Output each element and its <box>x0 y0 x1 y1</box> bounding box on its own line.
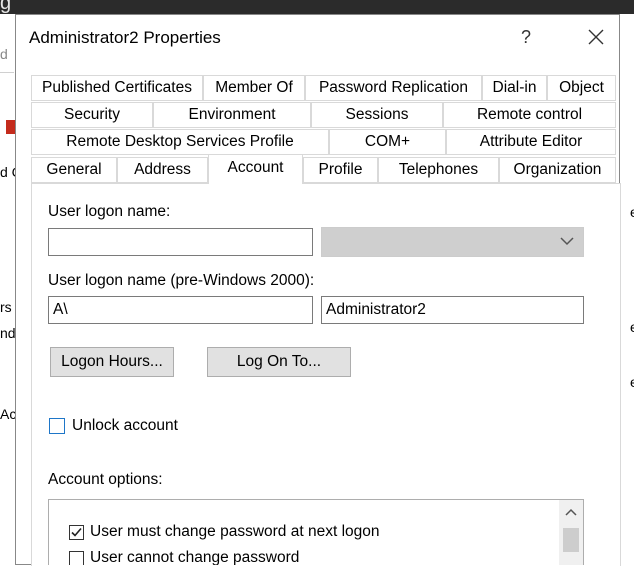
tab-remote-desktop-services-profile[interactable]: Remote Desktop Services Profile <box>31 129 329 155</box>
background-fragment: nd <box>0 325 16 341</box>
options-scrollbar[interactable] <box>559 500 583 565</box>
tab-security[interactable]: Security <box>31 102 153 128</box>
tab-general[interactable]: General <box>31 157 117 183</box>
logon-hours-button[interactable]: Logon Hours... <box>50 347 174 377</box>
background-titlebar: g <box>0 0 634 14</box>
background-left-edge <box>0 14 14 563</box>
pre-windows-2000-label: User logon name (pre-Windows 2000): <box>48 272 315 289</box>
tab-account[interactable]: Account <box>208 154 303 184</box>
tab-attribute-editor[interactable]: Attribute Editor <box>446 129 616 155</box>
close-icon <box>588 29 604 45</box>
tab-address[interactable]: Address <box>117 157 208 183</box>
background-fragment: e <box>630 204 634 220</box>
tab-published-certificates[interactable]: Published Certificates <box>31 75 203 101</box>
user-logon-name-label: User logon name: <box>48 203 171 220</box>
list-item: User must change password at next logon <box>90 523 380 540</box>
background-fragment: rs <box>0 299 12 315</box>
tab-com-plus[interactable]: COM+ <box>329 129 446 155</box>
must-change-password-checkbox[interactable] <box>69 525 84 540</box>
tab-object[interactable]: Object <box>547 75 616 101</box>
pre-windows-2000-username-input[interactable]: Administrator2 <box>321 296 584 324</box>
tab-organization[interactable]: Organization <box>499 157 616 183</box>
tab-sessions[interactable]: Sessions <box>311 102 443 128</box>
background-divider <box>0 72 14 73</box>
tab-telephones[interactable]: Telephones <box>378 157 499 183</box>
background-title-fragment: g <box>0 0 12 14</box>
checkmark-icon <box>71 527 82 537</box>
tab-profile[interactable]: Profile <box>303 157 378 183</box>
tab-password-replication[interactable]: Password Replication <box>305 75 482 101</box>
tab-remote-control[interactable]: Remote control <box>443 102 616 128</box>
properties-dialog: Administrator2 Properties ? Published Ce… <box>15 14 621 566</box>
background-fragment: e <box>630 374 634 390</box>
scrollbar-thumb[interactable] <box>563 528 579 552</box>
chevron-down-icon <box>560 237 574 246</box>
unlock-account-label: Unlock account <box>72 417 178 434</box>
pre-windows-2000-domain-field: A\ <box>48 296 313 324</box>
background-fragment: d <box>0 46 8 62</box>
background-fragment: e <box>630 319 634 335</box>
help-button[interactable]: ? <box>511 23 541 51</box>
background-fragment: Ac <box>0 406 17 422</box>
chevron-up-icon[interactable] <box>564 506 578 518</box>
dialog-title: Administrator2 Properties <box>29 28 221 47</box>
tab-member-of[interactable]: Member Of <box>203 75 305 101</box>
user-logon-name-input[interactable] <box>48 228 313 256</box>
account-options-label: Account options: <box>48 471 163 488</box>
close-button[interactable] <box>579 23 613 51</box>
account-options-list[interactable]: User must change password at next logon … <box>48 499 584 565</box>
tab-environment[interactable]: Environment <box>153 102 311 128</box>
upn-suffix-dropdown[interactable] <box>321 227 584 257</box>
unlock-account-checkbox[interactable] <box>49 418 65 434</box>
log-on-to-button[interactable]: Log On To... <box>207 347 351 377</box>
tab-dial-in[interactable]: Dial-in <box>482 75 547 101</box>
